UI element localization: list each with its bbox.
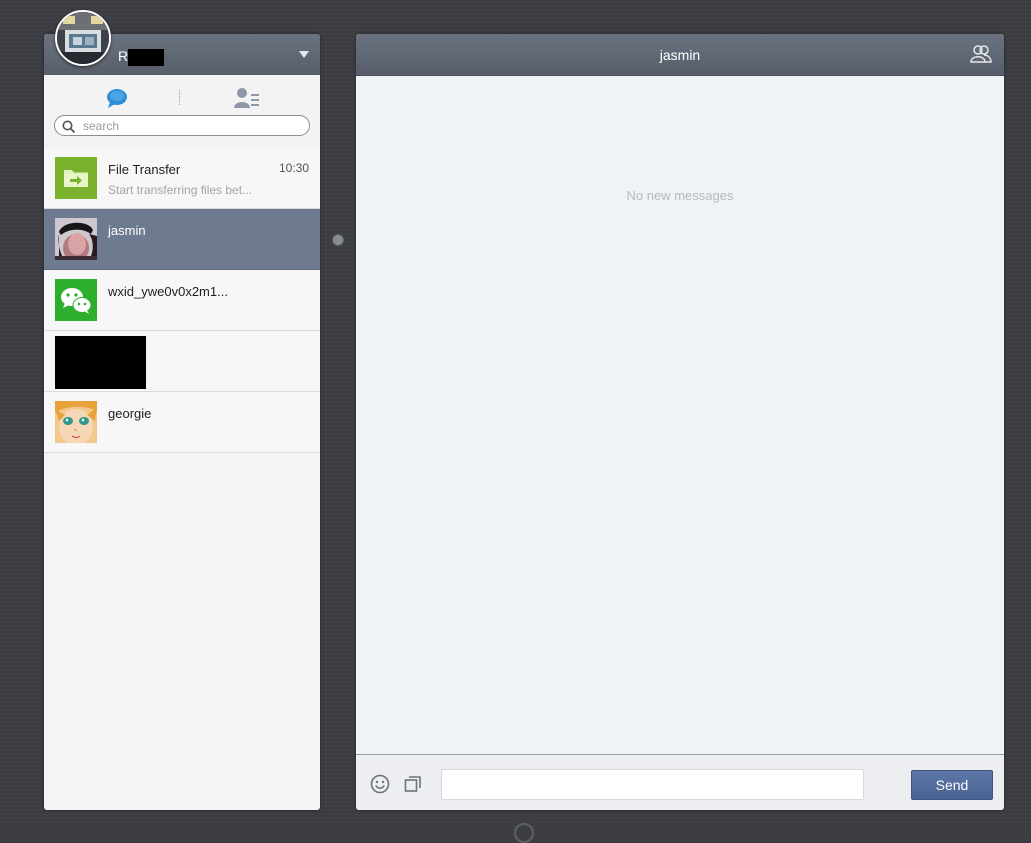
bottom-handle-dot	[514, 823, 534, 843]
panel-handle-dot	[332, 234, 344, 246]
chat-time: 10:30	[278, 161, 309, 175]
smiley-icon[interactable]	[370, 774, 390, 794]
redaction-block	[55, 336, 146, 389]
chat-list: File Transfer Start transferring files b…	[44, 148, 320, 453]
user-photo-avatar	[55, 218, 97, 260]
screenshot-icon[interactable]	[404, 775, 422, 793]
chat-name: File Transfer	[108, 162, 181, 177]
search-box	[54, 115, 310, 136]
anime-face-avatar	[55, 401, 97, 443]
conversation-header: jasmin	[356, 34, 1004, 76]
profile-name: R	[118, 48, 129, 64]
profile-avatar[interactable]	[55, 10, 111, 66]
message-composer: Send	[356, 754, 1004, 810]
message-input[interactable]	[441, 769, 864, 800]
chat-item-jasmin[interactable]: jasmin	[44, 209, 320, 270]
file-transfer-folder-icon	[55, 157, 97, 199]
chat-name: jasmin	[108, 223, 146, 238]
search-input[interactable]	[83, 117, 303, 134]
tab-chats-chat-bubble-icon[interactable]	[105, 87, 129, 109]
chat-name: georgie	[108, 406, 152, 421]
chat-item-redacted[interactable]	[44, 331, 320, 392]
profile-menu-chevron-down-icon[interactable]	[299, 51, 309, 58]
members-icon[interactable]	[970, 44, 992, 64]
sidebar-panel: R search File Transfer Start transferrin…	[44, 34, 320, 810]
chat-item-georgie[interactable]: georgie	[44, 392, 320, 453]
profile-name-redaction	[128, 49, 164, 66]
send-button[interactable]: Send	[911, 770, 993, 800]
conversation-panel: jasmin No new messages Send	[356, 34, 1004, 810]
messages-area: No new messages	[356, 76, 1004, 754]
chat-preview: Start transferring files bet...	[108, 183, 253, 197]
empty-messages-text: No new messages	[626, 188, 734, 203]
tab-divider	[179, 90, 180, 105]
chat-item-wxid[interactable]: wxid_ywe0v0x2m1...	[44, 270, 320, 331]
chat-item-file-transfer[interactable]: File Transfer Start transferring files b…	[44, 148, 320, 209]
tab-contacts-icon[interactable]	[234, 87, 260, 109]
search-icon	[62, 120, 76, 134]
conversation-title: jasmin	[659, 47, 701, 63]
chat-name: wxid_ywe0v0x2m1...	[108, 284, 228, 299]
wechat-logo-icon	[55, 279, 97, 321]
